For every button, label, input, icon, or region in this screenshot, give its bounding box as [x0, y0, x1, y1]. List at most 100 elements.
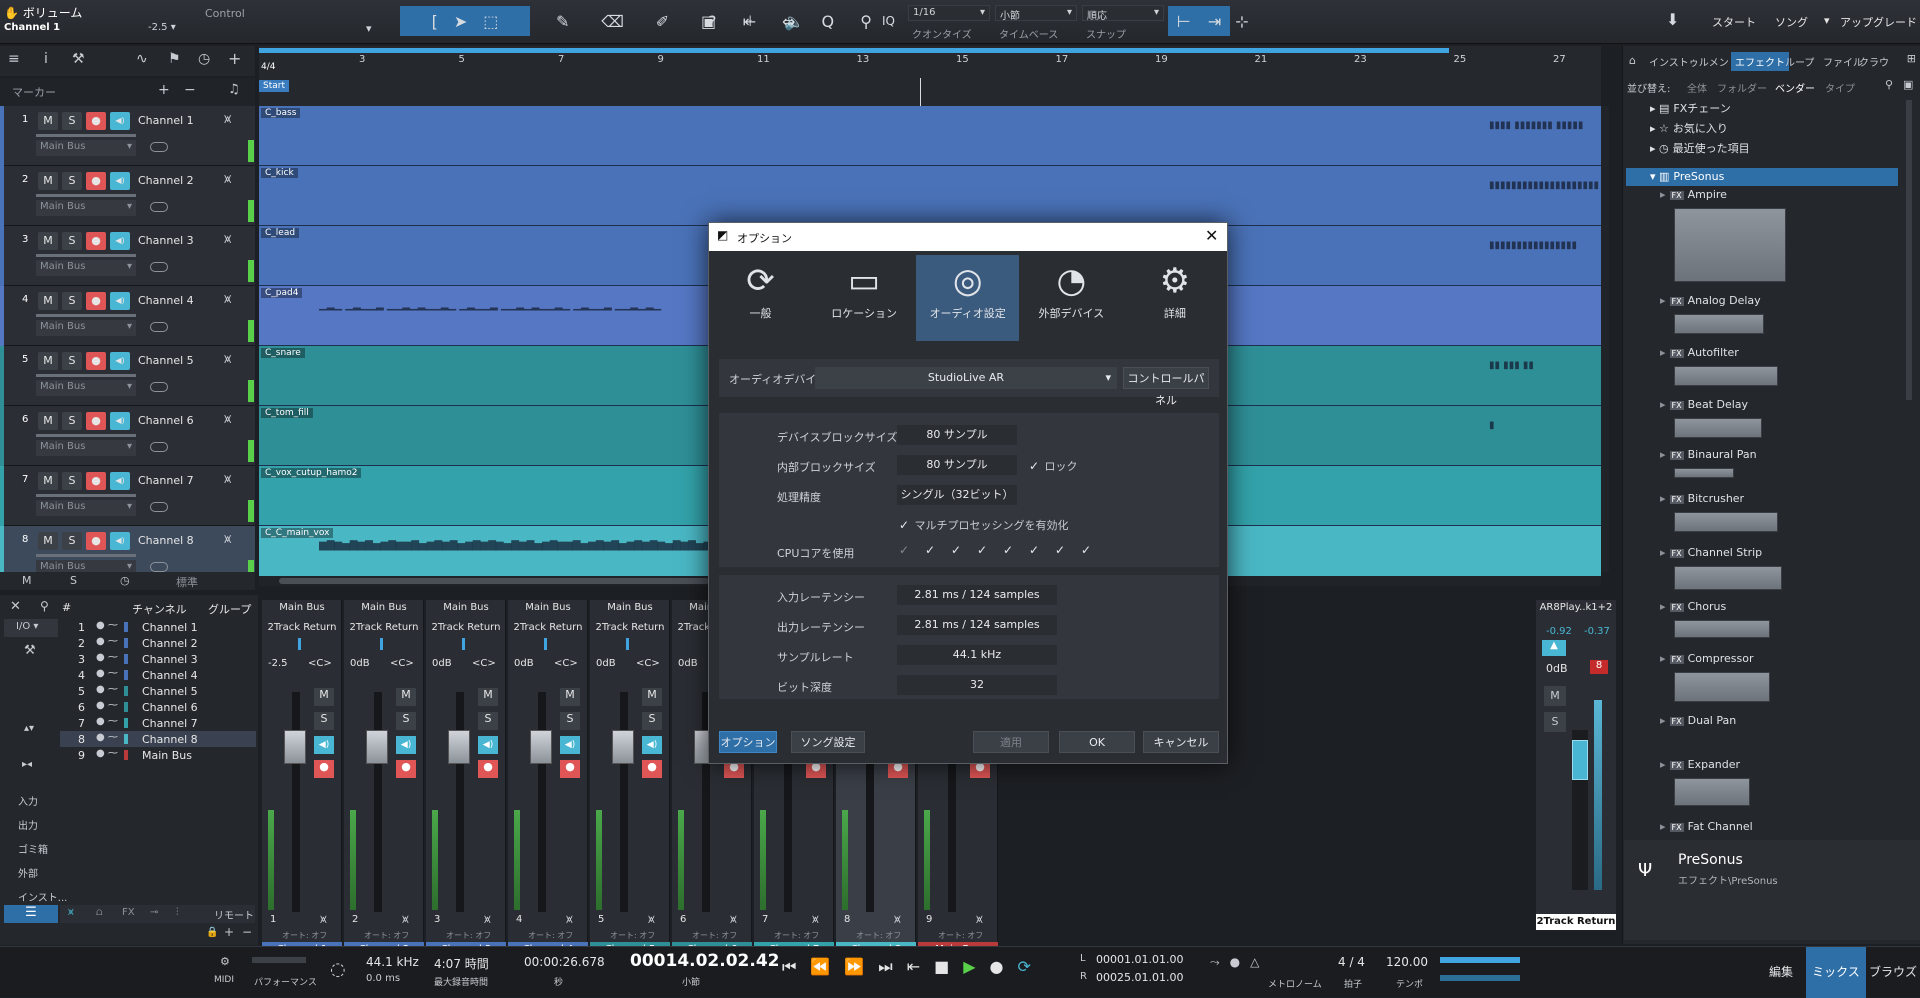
automation-label[interactable]: オート: オフ [774, 930, 819, 941]
strip-volume[interactable]: 0dB [432, 658, 452, 669]
snap-mid-icon[interactable]: ⇔ [782, 12, 795, 31]
mixer-list-item[interactable]: 3 ● ⁓ Channel 3 [60, 651, 256, 667]
pin-icon[interactable]: ⚲ [40, 599, 49, 613]
track-header[interactable]: 4 M S ● ◀) Channel 4 ⩙ Main Bus ▾ [0, 286, 255, 346]
effect-item[interactable]: ▸ FX Binaural Pan [1660, 448, 1757, 461]
track-mute-button[interactable]: M [38, 172, 58, 190]
track-mute-button[interactable]: M [38, 232, 58, 250]
strip-bus[interactable]: Main Bus [508, 602, 588, 613]
track-name[interactable]: Channel 2 [138, 174, 194, 187]
meter-icon[interactable]: ⩙ [68, 907, 74, 918]
track-record-button[interactable]: ● [86, 232, 106, 250]
strip-record-button[interactable]: ● [396, 760, 416, 778]
visible-toggle-icon[interactable]: ● ⁓ [96, 668, 118, 679]
strip-send[interactable]: 2Track Return [590, 622, 670, 633]
track-mute-button[interactable]: M [38, 412, 58, 430]
track-output-dropdown[interactable]: Main Bus ▾ [36, 200, 136, 216]
range-tool-icon[interactable]: ⬚ [483, 12, 498, 31]
fader-thumb[interactable] [284, 730, 306, 764]
strip-waveform-icon[interactable]: ⩙ [894, 912, 901, 927]
info-icon[interactable]: i [44, 51, 48, 67]
return-zero-icon[interactable]: ⇤ [907, 957, 920, 977]
track-output-dropdown[interactable]: Main Bus ▾ [36, 500, 136, 516]
browser-folder-item[interactable]: ▸ ▤ FXチェーン [1650, 100, 1731, 116]
rewind-icon[interactable]: ⏪ [810, 957, 830, 977]
fader-track[interactable] [292, 692, 300, 912]
track-toggle[interactable] [150, 382, 168, 392]
visible-toggle-icon[interactable]: ● ⁓ [96, 716, 118, 727]
track-monitor-button[interactable]: ◀) [110, 112, 130, 130]
menu-icon[interactable]: ≡ [8, 51, 20, 67]
bank-icon[interactable]: ⩍ [96, 907, 103, 918]
track-lane[interactable]: C_kick ▮▮▮▮▮▮▮▮▮▮▮▮▮▮▮▮▮▮▮▮ [259, 166, 1601, 226]
track-volume-slider[interactable] [36, 314, 136, 317]
mixer-list-item[interactable]: 7 ● ⁓ Channel 7 [60, 715, 256, 731]
track-name[interactable]: Channel 5 [138, 354, 194, 367]
track-record-button[interactable]: ● [86, 412, 106, 430]
return-input-icon[interactable]: ▲ [1542, 640, 1566, 656]
return-solo-button[interactable]: S [1544, 712, 1566, 732]
side-label[interactable]: 外部 [18, 865, 38, 880]
dialog-tab[interactable]: ◎ オーディオ設定 [916, 255, 1020, 341]
track-toggle[interactable] [150, 502, 168, 512]
browser-tab[interactable]: エフェクト [1731, 52, 1789, 71]
track-toggle[interactable] [150, 142, 168, 152]
event-name[interactable]: C_pad4 [261, 288, 303, 298]
strip-pan[interactable]: <C> [390, 658, 414, 669]
automation-label[interactable]: オート: オフ [446, 930, 491, 941]
strip-volume[interactable]: 0dB [350, 658, 370, 669]
strip-mute-button[interactable]: M [560, 688, 580, 706]
metronome-icon[interactable]: △ [1250, 955, 1259, 970]
lock-icon[interactable]: 🔒 [206, 927, 218, 938]
strip-pan[interactable]: <C> [554, 658, 578, 669]
strip-bus[interactable]: Main Bus [344, 602, 424, 613]
strip-send[interactable]: 2Track Return [426, 622, 506, 633]
strip-monitor-button[interactable]: ◀) [396, 736, 416, 754]
effect-item[interactable]: ▸ FX Compressor [1660, 652, 1754, 665]
fader-track[interactable] [620, 692, 628, 912]
stop-icon[interactable]: ■ [934, 957, 949, 977]
strip-record-button[interactable]: ● [314, 760, 334, 778]
clock-icon[interactable]: ◷ [198, 51, 210, 67]
track-solo-button[interactable]: S [62, 472, 82, 490]
strip-monitor-button[interactable]: ◀) [560, 736, 580, 754]
route-icon[interactable]: ⊸ [150, 907, 158, 918]
track-volume-slider[interactable] [36, 194, 136, 197]
dialog-tab[interactable]: ◔ 外部デバイス [1020, 255, 1123, 341]
wrench-small-icon[interactable]: ⚒ [24, 643, 36, 658]
scroll-thumb[interactable] [279, 578, 709, 584]
automation-label[interactable]: オート: オフ [856, 930, 901, 941]
track-header[interactable]: 3 M S ● ◀) Channel 3 ⩙ Main Bus ▾ [0, 226, 255, 286]
strip-volume[interactable]: 0dB [678, 658, 698, 669]
timebase-dropdown[interactable]: 小節 ▾ [995, 5, 1077, 22]
browser-scrollbar[interactable] [1906, 100, 1912, 400]
fader-thumb[interactable] [612, 730, 634, 764]
track-monitor-button[interactable]: ◀) [110, 172, 130, 190]
home-icon[interactable]: ⌂ [1629, 54, 1636, 67]
visible-toggle-icon[interactable]: ● ⁓ [96, 684, 118, 695]
quantize-dropdown[interactable]: 1/16 ▾ [908, 5, 990, 21]
track-volume-slider[interactable] [36, 254, 136, 257]
event-name[interactable]: C_bass [261, 108, 301, 118]
vendor-folder[interactable]: ▾ ▥ PreSonus [1626, 168, 1898, 186]
help-icon[interactable]: ? [708, 12, 717, 31]
sort-option[interactable]: ベンダー [1775, 80, 1815, 95]
strip-record-button[interactable]: ● [478, 760, 498, 778]
track-monitor-button[interactable]: ◀) [110, 352, 130, 370]
effect-item[interactable]: ▸ FX Chorus [1660, 600, 1726, 613]
mixer-list-item[interactable]: 5 ● ⁓ Channel 5 [60, 683, 256, 699]
strip-pan[interactable]: <C> [636, 658, 660, 669]
track-mute-button[interactable]: M [38, 112, 58, 130]
apply-button[interactable]: 適用 [973, 731, 1049, 753]
waveform-icon[interactable]: ⩙ [224, 412, 231, 427]
rewind-start-icon[interactable]: ⏮ [782, 957, 796, 977]
waveform-icon[interactable]: ⩙ [224, 352, 231, 367]
effect-item[interactable]: ▸ FX Channel Strip [1660, 546, 1762, 559]
note-icon[interactable]: ♫ [228, 82, 240, 97]
iq-button[interactable]: IQ [882, 14, 895, 28]
effect-item[interactable]: ▸ FX Fat Channel [1660, 820, 1753, 833]
mixer-list-item[interactable]: 2 ● ⁓ Channel 2 [60, 635, 256, 651]
remote-button[interactable]: リモート [214, 907, 254, 922]
track-monitor-button[interactable]: ◀) [110, 472, 130, 490]
track-toggle[interactable] [150, 262, 168, 272]
